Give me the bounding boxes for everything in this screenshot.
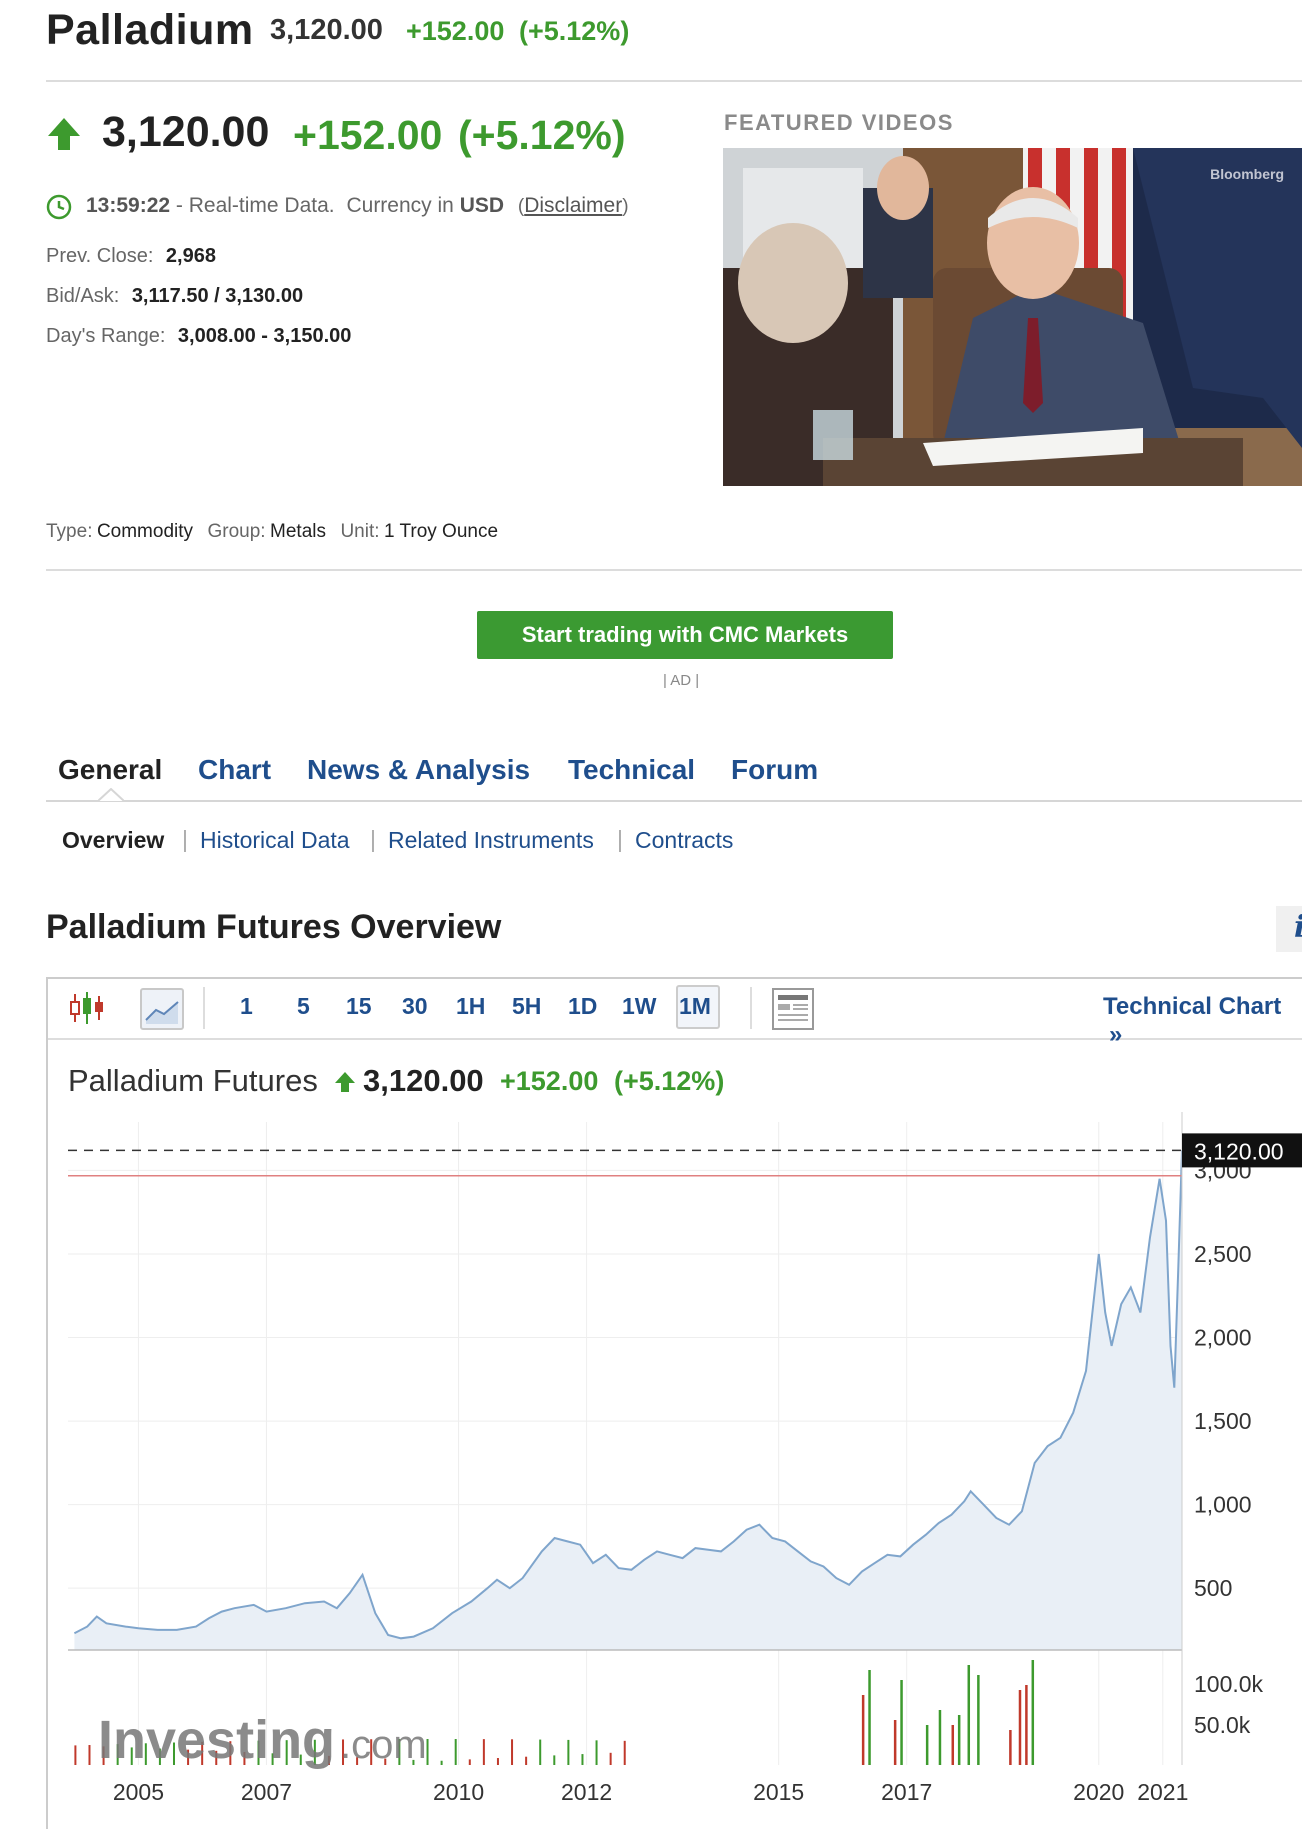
volume-bar: [951, 1725, 955, 1765]
volume-bar: [468, 1759, 471, 1765]
volume-bar: [868, 1670, 871, 1765]
volume-bar: [609, 1752, 612, 1765]
volume-bar: [938, 1710, 942, 1765]
volume-bar: [567, 1739, 570, 1765]
x-tick-label: 2015: [753, 1779, 804, 1805]
volume-bar: [88, 1745, 91, 1765]
y-tick-label: 500: [1194, 1575, 1232, 1601]
volume-bar: [900, 1680, 903, 1765]
price-chart[interactable]: 5001,0001,5002,0002,5003,0003,120.00100.…: [0, 0, 1302, 1810]
x-tick-label: 2010: [433, 1779, 484, 1805]
last-price-tag-label: 3,120.00: [1194, 1138, 1284, 1164]
x-tick-label: 2017: [881, 1779, 932, 1805]
volume-bar: [957, 1715, 961, 1765]
volume-bar: [1009, 1730, 1012, 1765]
chart-area-fill: [74, 1150, 1182, 1650]
volume-bar: [977, 1675, 980, 1765]
volume-bar: [925, 1725, 929, 1765]
volume-tick-label: 50.0k: [1194, 1712, 1251, 1738]
volume-bar: [1031, 1660, 1035, 1765]
volume-bar: [454, 1739, 457, 1765]
x-tick-label: 2005: [113, 1779, 164, 1805]
y-tick-label: 1,000: [1194, 1492, 1252, 1518]
volume-bar: [525, 1756, 528, 1765]
volume-bar: [426, 1739, 429, 1765]
volume-bar: [496, 1758, 499, 1765]
volume-bar: [74, 1745, 77, 1765]
volume-bar: [539, 1739, 542, 1765]
volume-bar: [581, 1754, 584, 1765]
investing-watermark: Investing: [98, 1710, 335, 1770]
volume-bar: [893, 1720, 897, 1765]
y-tick-label: 2,000: [1194, 1325, 1252, 1351]
y-tick-label: 2,500: [1194, 1241, 1252, 1267]
volume-bar: [1018, 1690, 1022, 1765]
x-tick-label: 2021: [1137, 1779, 1188, 1805]
x-tick-label: 2012: [561, 1779, 612, 1805]
volume-bar: [511, 1739, 514, 1765]
volume-bar: [595, 1740, 598, 1765]
volume-bar: [861, 1695, 865, 1765]
volume-bar: [553, 1755, 556, 1765]
investing-watermark-suffix: .com: [340, 1723, 427, 1767]
x-tick-label: 2007: [241, 1779, 292, 1805]
volume-bar: [967, 1665, 971, 1765]
volume-bar: [440, 1760, 443, 1765]
volume-bar: [623, 1740, 626, 1765]
volume-bar: [1025, 1685, 1028, 1765]
x-tick-label: 2020: [1073, 1779, 1124, 1805]
y-tick-label: 1,500: [1194, 1408, 1252, 1434]
volume-tick-label: 100.0k: [1194, 1671, 1264, 1697]
volume-bar: [482, 1739, 485, 1765]
